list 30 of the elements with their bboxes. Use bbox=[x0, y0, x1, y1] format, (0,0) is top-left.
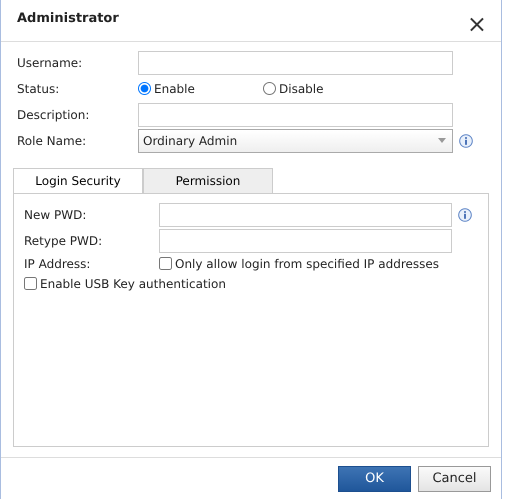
cancel-button[interactable]: Cancel bbox=[418, 466, 491, 492]
checkbox[interactable] bbox=[159, 257, 172, 270]
password-field[interactable] bbox=[159, 202, 452, 227]
field-label: IP Address: bbox=[24, 256, 92, 273]
info-icon[interactable] bbox=[458, 208, 472, 222]
radio-button[interactable] bbox=[138, 82, 151, 96]
password-field[interactable] bbox=[159, 228, 452, 253]
field-label: Retype PWD: bbox=[24, 232, 104, 250]
tab[interactable]: Login Security bbox=[13, 168, 143, 193]
close-button[interactable]: × bbox=[466, 12, 487, 36]
field-label: New PWD: bbox=[24, 206, 88, 224]
tab[interactable]: Permission bbox=[143, 168, 273, 193]
caret-icon bbox=[438, 138, 446, 144]
checkbox[interactable] bbox=[24, 277, 37, 290]
info-icon[interactable] bbox=[459, 134, 473, 148]
dropdown[interactable]: Ordinary Admin bbox=[138, 128, 453, 153]
dialog-title: Administrator bbox=[17, 10, 119, 26]
radio-label: Disable bbox=[279, 80, 324, 98]
input-field[interactable] bbox=[138, 102, 453, 127]
field-label: Status: bbox=[16, 80, 60, 98]
ok-button[interactable]: OK bbox=[338, 466, 411, 492]
input-field[interactable] bbox=[138, 50, 453, 75]
checkbox-label: Only allow login from specified IP addresses bbox=[175, 256, 440, 273]
checkbox-label: Enable USB Key authentication bbox=[40, 276, 226, 293]
field-label: Username: bbox=[16, 54, 84, 72]
radio-label: Enable bbox=[154, 80, 195, 98]
radio-button[interactable] bbox=[263, 82, 276, 96]
field-label: Role Name: bbox=[16, 132, 88, 150]
field-label: Description: bbox=[16, 106, 90, 124]
dropdown-value: Ordinary Admin bbox=[143, 132, 238, 150]
